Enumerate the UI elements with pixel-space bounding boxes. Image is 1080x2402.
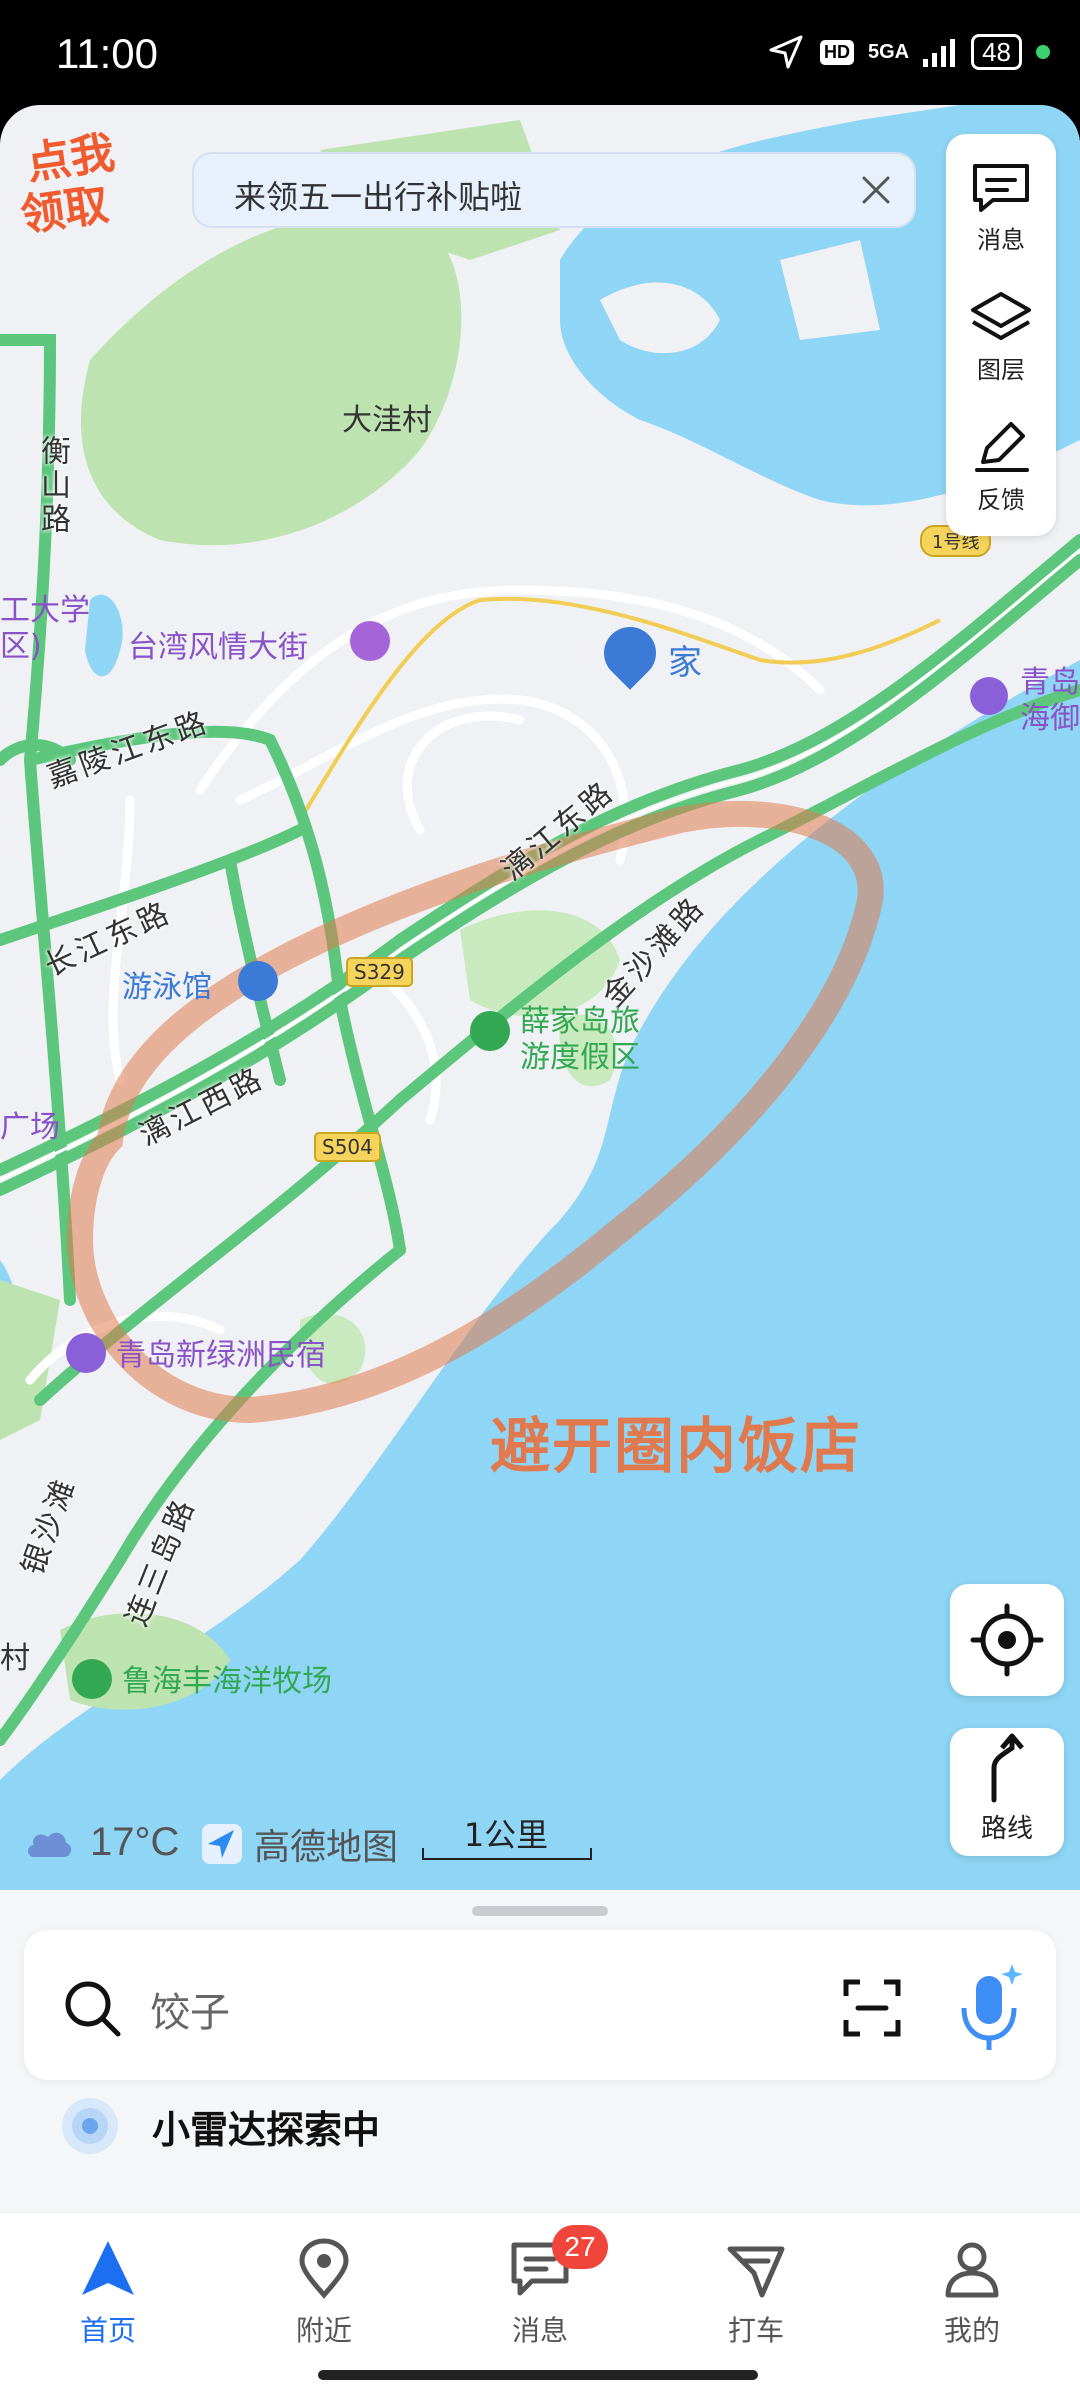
hotel-icon[interactable] <box>66 1333 106 1373</box>
tab-label: 消息 <box>511 2314 568 2347</box>
highway-badge-s504: S504 <box>314 1132 381 1162</box>
tab-home[interactable]: 首页 <box>38 2237 178 2349</box>
radar-icon <box>62 2098 118 2154</box>
place-label[interactable]: 游度假区 <box>520 1032 640 1076</box>
scenic-icon[interactable] <box>72 1659 112 1699</box>
tab-label: 首页 <box>79 2314 136 2347</box>
close-icon[interactable] <box>856 170 896 210</box>
tab-profile[interactable]: 我的 <box>902 2237 1042 2349</box>
status-icons: HD 5GA 48 <box>766 32 1050 72</box>
place-label[interactable]: 海御 <box>1020 693 1080 737</box>
hotel-icon[interactable] <box>970 677 1008 715</box>
tab-label: 附近 <box>295 2314 352 2347</box>
taxi-flag-icon <box>727 2246 785 2298</box>
location-arrow-icon <box>769 35 803 69</box>
messages-label: 消息 <box>977 226 1025 254</box>
place-label[interactable]: 游泳馆 <box>122 962 212 1006</box>
brand-name: 高德地图 <box>254 1827 399 1868</box>
promo-badge[interactable]: 点我 领取 <box>14 118 132 242</box>
voice-mic-icon[interactable] <box>950 1958 1030 2054</box>
search-input[interactable]: 饺子 <box>150 1980 230 2038</box>
hd-badge: HD <box>819 39 854 65</box>
place-label: 广场 <box>0 1110 60 1145</box>
place-label: 村 <box>0 1641 30 1676</box>
map-annotation-text: 避开圈内饭店 <box>490 1412 862 1482</box>
promo-banner-text: 来领五一出行补贴啦 <box>234 178 523 216</box>
map-view[interactable]: 大洼村 台湾风情大街 家 工大学 区) 青岛 海御 游泳馆 薛家岛旅 游度假区 … <box>0 105 1080 1905</box>
amap-logo-icon <box>202 1824 242 1864</box>
highway-badge-s329: S329 <box>346 957 413 987</box>
home-indicator[interactable] <box>318 2370 758 2380</box>
network-label: 5GA <box>867 41 910 63</box>
locate-button[interactable] <box>950 1584 1064 1696</box>
status-bar: 11:00 HD 5GA 48 <box>0 0 1080 105</box>
search-icon <box>65 1981 121 2037</box>
layers-icon <box>971 292 1031 340</box>
scale-bar <box>422 1848 592 1860</box>
road-label: 衡山路 <box>35 435 70 537</box>
map-scale: 1公里 <box>422 1810 592 1862</box>
tab-messages[interactable]: 消息 27 <box>470 2225 610 2349</box>
place-label[interactable]: 台湾风情大街 <box>128 622 308 666</box>
sheet-grab-handle[interactable] <box>472 1906 608 1916</box>
brand-logo: 高德地图 <box>200 1818 398 1870</box>
messages-button[interactable]: 消息 <box>946 160 1056 255</box>
message-icon <box>973 164 1029 212</box>
place-label[interactable]: 大洼村 <box>342 395 432 439</box>
tab-label: 打车 <box>727 2314 784 2347</box>
place-label[interactable]: 鲁海丰海洋牧场 <box>122 1656 332 1700</box>
place-label: 区) <box>0 629 42 664</box>
home-label[interactable]: 家 <box>668 635 702 684</box>
scan-icon[interactable] <box>840 1976 904 2040</box>
feedback-button[interactable]: 反馈 <box>946 420 1056 515</box>
swim-icon[interactable] <box>238 961 278 1001</box>
navigation-arrow-icon <box>82 2241 134 2295</box>
scenic-icon[interactable] <box>470 1011 510 1051</box>
radar-row[interactable]: 小雷达探索中 <box>58 2094 380 2158</box>
place-label[interactable]: 青岛新绿洲民宿 <box>116 1330 326 1374</box>
tab-nearby[interactable]: 附近 <box>254 2237 394 2349</box>
location-pin-icon <box>299 2238 349 2299</box>
route-button[interactable]: 路线 <box>950 1728 1064 1856</box>
radar-text: 小雷达探索中 <box>152 2107 381 2152</box>
privacy-dot <box>1036 45 1050 59</box>
search-bar[interactable]: 饺子 <box>24 1930 1056 2080</box>
locate-icon <box>970 1603 1044 1677</box>
promo-badge-line2: 领取 <box>17 179 112 242</box>
signal-icon <box>923 39 956 67</box>
shop-icon[interactable] <box>350 621 390 661</box>
route-label: 路线 <box>980 1814 1033 1844</box>
battery-icon: 48 <box>971 34 1022 70</box>
status-time: 11:00 <box>56 30 158 77</box>
layers-label: 图层 <box>977 356 1025 384</box>
unread-badge: 27 <box>552 2225 608 2269</box>
promo-banner[interactable]: 来领五一出行补贴啦 <box>192 152 916 228</box>
weather-temperature: 17°C <box>90 1820 180 1864</box>
tab-taxi[interactable]: 打车 <box>686 2237 826 2349</box>
layers-button[interactable]: 图层 <box>946 290 1056 385</box>
person-icon <box>945 2242 999 2298</box>
feedback-label: 反馈 <box>977 486 1025 514</box>
weather-widget[interactable]: 17°C <box>20 1820 179 1865</box>
cloud-icon <box>28 1832 72 1857</box>
route-icon <box>991 1733 1024 1803</box>
tab-label: 我的 <box>943 2314 1000 2347</box>
map-tool-panel: 消息 图层 反馈 <box>946 134 1056 536</box>
edit-icon <box>975 422 1029 472</box>
